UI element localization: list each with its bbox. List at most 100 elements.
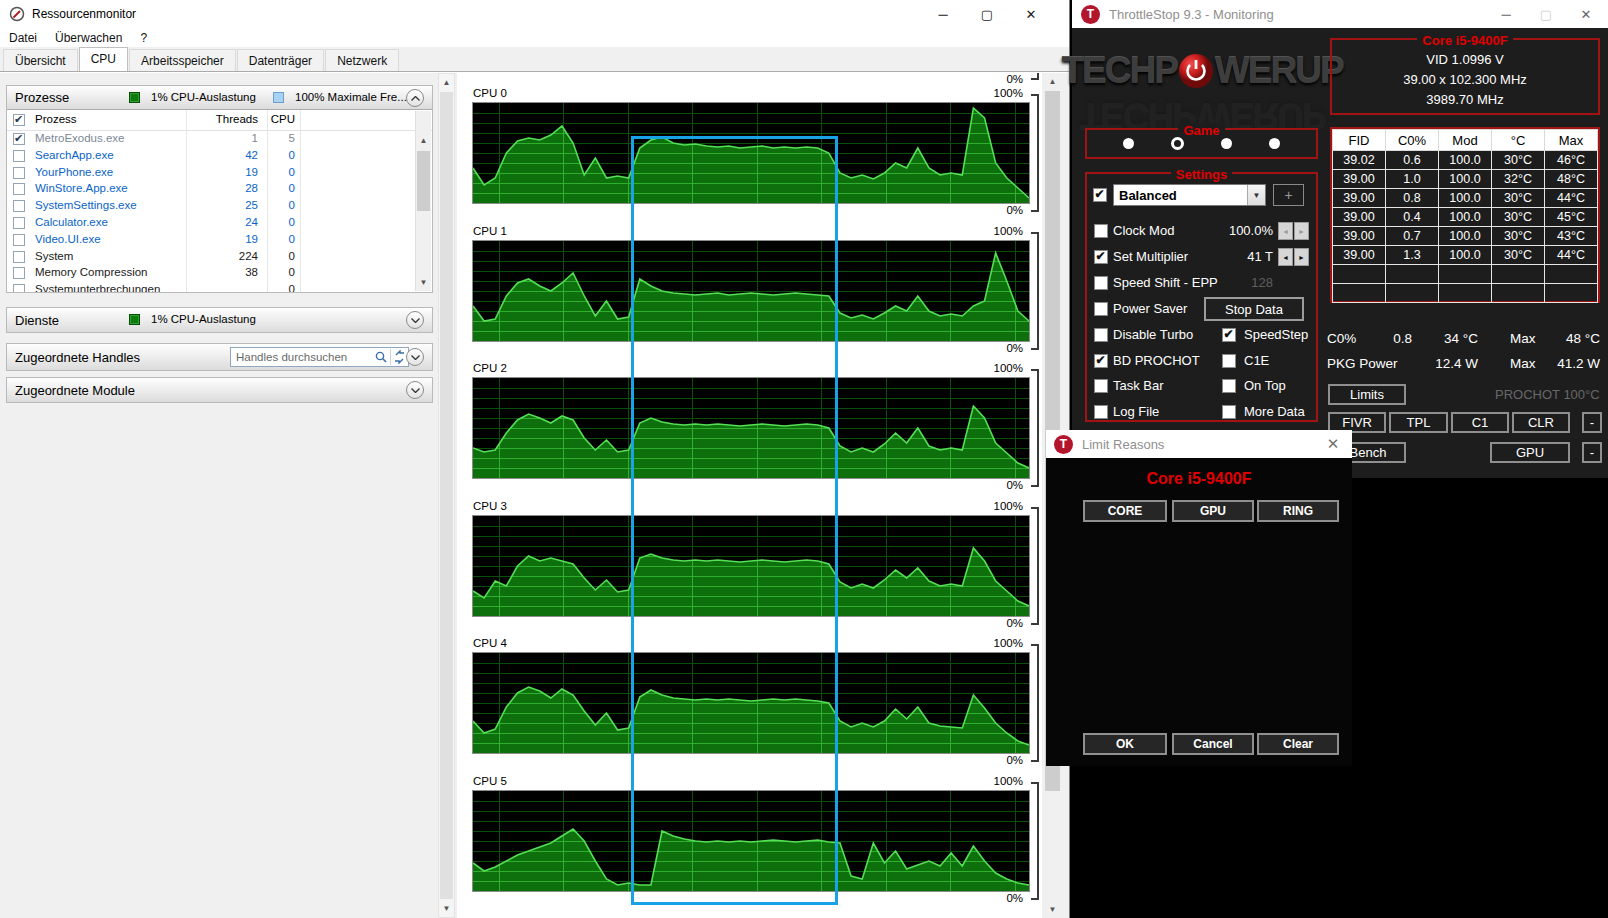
process-checkbox[interactable] xyxy=(13,234,25,246)
profile-checkbox[interactable] xyxy=(1093,188,1107,202)
game-radio-3[interactable] xyxy=(1269,138,1280,149)
process-checkbox[interactable] xyxy=(13,217,25,229)
tab-cpu[interactable]: CPU xyxy=(79,47,128,71)
col-prozess[interactable]: Prozess xyxy=(35,113,77,125)
module-panel-header[interactable]: Zugeordnete Module xyxy=(7,378,432,402)
game-radio-2[interactable] xyxy=(1221,138,1232,149)
c1-button[interactable]: C1 xyxy=(1451,412,1509,433)
graph-scroll-down-arrow[interactable]: ▼ xyxy=(1044,901,1061,918)
module-expand-button[interactable] xyxy=(406,381,424,399)
pair-left-checkbox[interactable] xyxy=(1094,379,1108,393)
resmon-close-button[interactable]: ✕ xyxy=(1009,0,1053,28)
pair-left-checkbox[interactable] xyxy=(1094,405,1108,419)
clear-button[interactable]: Clear xyxy=(1257,733,1339,755)
process-checkbox[interactable] xyxy=(13,200,25,212)
setting-checkbox[interactable] xyxy=(1094,276,1108,290)
pair-left-checkbox[interactable] xyxy=(1094,328,1108,342)
left-pane-scrollbar[interactable]: ▲ ▼ xyxy=(438,73,455,918)
handles-search-input[interactable]: Handles durchsuchen xyxy=(236,351,374,363)
menu-item-2[interactable]: ? xyxy=(140,31,147,45)
process-list-scrollbar[interactable]: ▲ ▼ xyxy=(415,111,431,291)
process-checkbox[interactable] xyxy=(13,167,25,179)
clr-button[interactable]: CLR xyxy=(1512,412,1570,433)
process-checkbox[interactable] xyxy=(13,251,25,263)
process-row[interactable]: Memory Compression380 xyxy=(7,265,432,282)
limits-button[interactable]: Limits xyxy=(1328,384,1406,405)
search-icon[interactable] xyxy=(374,350,388,364)
select-all-checkbox[interactable] xyxy=(13,114,25,126)
process-row[interactable]: Systemunterbrechungen0 xyxy=(7,282,432,292)
combo-dropdown-arrow[interactable]: ▼ xyxy=(1247,185,1265,205)
cancel-button[interactable]: Cancel xyxy=(1172,733,1254,755)
process-row[interactable]: Video.UI.exe190 xyxy=(7,232,432,249)
game-radio-1[interactable] xyxy=(1171,137,1184,150)
tab-netzwerk[interactable]: Netzwerk xyxy=(325,49,399,71)
profile-combobox[interactable]: Balanced ▼ xyxy=(1113,184,1266,206)
tpl-button[interactable]: TPL xyxy=(1389,412,1448,433)
col-cpu[interactable]: CPU xyxy=(255,113,295,125)
process-checkbox[interactable] xyxy=(13,150,25,162)
process-row[interactable]: SearchApp.exe420 xyxy=(7,148,432,165)
setting-checkbox[interactable] xyxy=(1094,250,1108,264)
pair-right-checkbox[interactable] xyxy=(1222,354,1236,368)
refresh-search-icon[interactable] xyxy=(393,350,406,364)
menu-item-0[interactable]: Datei xyxy=(9,31,37,45)
pair-right-checkbox[interactable] xyxy=(1222,328,1236,342)
minus-button-2[interactable]: - xyxy=(1582,442,1602,463)
process-row[interactable]: SystemSettings.exe250 xyxy=(7,198,432,215)
spin-right-button[interactable]: ► xyxy=(1294,222,1309,240)
spin-right-button[interactable]: ► xyxy=(1294,248,1309,266)
limit-reasons-close-button[interactable]: ✕ xyxy=(1322,434,1344,454)
col-threads[interactable]: Threads xyxy=(192,113,258,125)
resmon-maximize-button[interactable]: ▢ xyxy=(965,0,1009,28)
dienste-expand-button[interactable] xyxy=(406,311,424,329)
process-row[interactable]: System2240 xyxy=(7,249,432,266)
gpu-button[interactable]: GPU xyxy=(1490,442,1570,463)
ts-close-button[interactable]: ✕ xyxy=(1566,0,1606,28)
process-row[interactable]: WinStore.App.exe280 xyxy=(7,181,432,198)
add-profile-button[interactable]: + xyxy=(1273,184,1304,206)
scroll-down-arrow[interactable]: ▼ xyxy=(416,274,431,291)
graph-scroll-up-arrow[interactable]: ▲ xyxy=(1044,73,1061,90)
left-scroll-up-arrow[interactable]: ▲ xyxy=(439,74,454,91)
setting-checkbox[interactable] xyxy=(1094,224,1108,238)
left-scrollbar-thumb[interactable] xyxy=(440,92,453,899)
prozesse-panel-header[interactable]: Prozesse 1% CPU-Auslastung 100% Maximale… xyxy=(7,86,432,110)
process-name: Memory Compression xyxy=(35,266,147,278)
minus-button-1[interactable]: - xyxy=(1582,412,1602,433)
ts-minimize-button[interactable]: ─ xyxy=(1486,0,1526,28)
process-row[interactable]: YourPhone.exe190 xyxy=(7,165,432,182)
gpu-domain-button[interactable]: GPU xyxy=(1172,500,1254,522)
spin-left-button[interactable]: ◄ xyxy=(1278,248,1293,266)
process-row[interactable]: MetroExodus.exe15 xyxy=(7,131,432,148)
tab-arbeitsspeicher[interactable]: Arbeitsspeicher xyxy=(129,49,236,71)
setting-checkbox[interactable] xyxy=(1094,302,1108,316)
spin-left-button[interactable]: ◄ xyxy=(1278,222,1293,240)
ts-maximize-button[interactable]: ▢ xyxy=(1526,0,1566,28)
pair-left-checkbox[interactable] xyxy=(1094,354,1108,368)
scrollbar-thumb[interactable] xyxy=(417,151,430,211)
process-checkbox[interactable] xyxy=(13,133,25,145)
resmon-minimize-button[interactable]: ─ xyxy=(921,0,965,28)
handles-panel-header[interactable]: Zugeordnete Handles Handles durchsuchen xyxy=(7,344,432,370)
process-checkbox[interactable] xyxy=(13,183,25,195)
dienste-panel-header[interactable]: Dienste 1% CPU-Auslastung xyxy=(7,308,432,332)
prozesse-collapse-button[interactable] xyxy=(406,89,424,107)
ring-domain-button[interactable]: RING xyxy=(1257,500,1339,522)
process-checkbox[interactable] xyxy=(13,267,25,279)
menu-item-1[interactable]: Überwachen xyxy=(55,31,122,45)
scroll-up-arrow[interactable]: ▲ xyxy=(416,132,431,149)
tab-datenträger[interactable]: Datenträger xyxy=(237,49,324,71)
game-radio-0[interactable] xyxy=(1123,138,1134,149)
left-scroll-down-arrow[interactable]: ▼ xyxy=(439,900,454,917)
pair-right-checkbox[interactable] xyxy=(1222,405,1236,419)
ok-button[interactable]: OK xyxy=(1083,733,1167,755)
process-checkbox[interactable] xyxy=(13,284,25,292)
stop-data-button[interactable]: Stop Data xyxy=(1204,297,1304,321)
handles-expand-button[interactable] xyxy=(406,348,424,366)
handles-search-box[interactable]: Handles durchsuchen xyxy=(230,347,409,367)
process-row[interactable]: Calculator.exe240 xyxy=(7,215,432,232)
tab-übersicht[interactable]: Übersicht xyxy=(3,49,78,71)
pair-right-checkbox[interactable] xyxy=(1222,379,1236,393)
core-domain-button[interactable]: CORE xyxy=(1083,500,1167,522)
